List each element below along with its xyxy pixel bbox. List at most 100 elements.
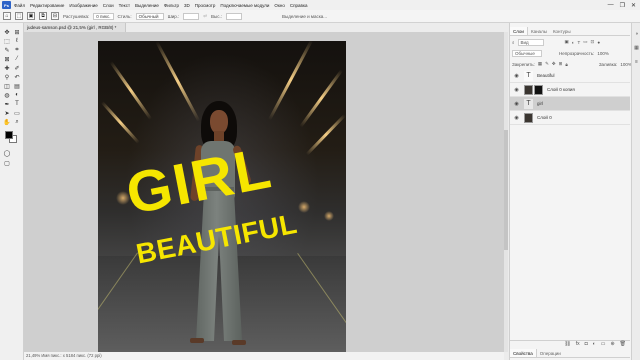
- link-layers-icon[interactable]: ⛓: [564, 341, 570, 348]
- panel-tabs: Слои Каналы Контуры: [510, 27, 630, 36]
- adjustment-layer-icon[interactable]: ◐: [593, 341, 596, 348]
- layer-row[interactable]: ◉ Слой 0 копия: [510, 83, 630, 97]
- foreground-color-swatch[interactable]: [5, 131, 13, 139]
- vertical-scroll-thumb[interactable]: [504, 130, 508, 250]
- layer-row[interactable]: ◉ Слой 0: [510, 111, 630, 125]
- menu-3d[interactable]: 3D: [184, 3, 190, 8]
- filter-pixel-icon[interactable]: ▣: [565, 39, 569, 45]
- close-button[interactable]: ✕: [631, 2, 636, 9]
- document-image[interactable]: GIRL BEAUTIFUL: [98, 41, 346, 353]
- filter-type-icon[interactable]: T: [578, 40, 581, 45]
- stamp-tool-icon[interactable]: ⚲: [2, 73, 12, 81]
- lock-move-icon[interactable]: ✥: [552, 61, 556, 67]
- visibility-eye-icon[interactable]: ◉: [513, 87, 520, 93]
- menu-select[interactable]: Выделение: [135, 3, 159, 8]
- layer-row[interactable]: ◉ T girl: [510, 97, 630, 111]
- visibility-eye-icon[interactable]: ◉: [513, 115, 520, 121]
- quick-select-tool-icon[interactable]: ✎: [2, 46, 12, 54]
- crop-tool-icon[interactable]: ⌗: [12, 46, 22, 54]
- fill-label: Заливка:: [598, 61, 618, 67]
- menu-view[interactable]: Просмотр: [195, 3, 216, 8]
- filter-shape-icon[interactable]: ▭: [583, 39, 587, 45]
- rectangle-tool-icon[interactable]: ▭: [12, 109, 22, 117]
- new-selection-icon[interactable]: ▣: [27, 12, 35, 20]
- feather-input[interactable]: 0 пикс.: [93, 12, 114, 20]
- swatches-panel-icon[interactable]: ▦: [632, 45, 640, 51]
- width-input[interactable]: [183, 12, 200, 20]
- menu-bar: Ps Файл Редактирование Изображение Слои …: [0, 0, 640, 10]
- filter-toggle-icon[interactable]: ●: [597, 40, 600, 45]
- menu-edit[interactable]: Редактирование: [30, 3, 64, 8]
- maximize-button[interactable]: ❐: [620, 2, 625, 9]
- delete-layer-icon[interactable]: 🗑︎: [620, 341, 626, 348]
- menu-plugins[interactable]: Подключаемые модули: [220, 3, 269, 8]
- layer-mask-thumbnail[interactable]: [534, 84, 543, 95]
- blend-mode-select[interactable]: Обычные: [512, 49, 542, 57]
- hand-tool-icon[interactable]: ✋: [2, 118, 12, 126]
- tab-channels[interactable]: Каналы: [528, 27, 550, 35]
- visibility-eye-icon[interactable]: ◉: [513, 73, 520, 79]
- lock-pixels-icon[interactable]: ▦: [538, 61, 542, 67]
- tab-layers[interactable]: Слои: [510, 27, 528, 35]
- tab-actions[interactable]: Операции: [537, 349, 564, 357]
- feather-label: Растушевка:: [63, 13, 90, 19]
- menu-help[interactable]: Справка: [290, 3, 308, 8]
- pen-tool-icon[interactable]: ✒: [2, 100, 12, 108]
- tab-properties[interactable]: Свойства: [510, 349, 537, 357]
- select-and-mask-button[interactable]: Выделение и маска...: [282, 14, 327, 19]
- light-glow: [324, 211, 334, 221]
- opacity-value[interactable]: 100%: [597, 51, 609, 56]
- group-icon[interactable]: ▭: [601, 341, 606, 348]
- height-input[interactable]: [226, 12, 243, 20]
- layer-row[interactable]: ◉ T Beautiful: [510, 69, 630, 83]
- blur-tool-icon[interactable]: ◍: [2, 91, 12, 99]
- menu-layers[interactable]: Слои: [103, 3, 114, 8]
- healing-tool-icon[interactable]: ✚: [2, 64, 12, 72]
- add-mask-icon[interactable]: ◘: [585, 341, 588, 348]
- visibility-eye-icon[interactable]: ◉: [513, 101, 520, 107]
- layers-panel: Слои Каналы Контуры ⌕ Вид ▣ ◐ T ▭ ⊡ ● Об…: [509, 23, 640, 360]
- menu-image[interactable]: Изображение: [69, 3, 97, 8]
- lasso-tool-icon[interactable]: ℓ: [12, 37, 22, 45]
- menu-type[interactable]: Текст: [119, 3, 130, 8]
- lock-all-icon[interactable]: 🔒︎: [565, 62, 567, 67]
- home-icon[interactable]: ⌂: [3, 12, 11, 20]
- type-tool-icon[interactable]: T: [12, 100, 22, 108]
- add-selection-icon[interactable]: ⧉: [39, 12, 47, 20]
- move-tool-icon[interactable]: ✥: [2, 28, 12, 36]
- eyedropper-tool-icon[interactable]: ⁄: [12, 55, 22, 63]
- shoe: [232, 340, 246, 345]
- filter-smart-icon[interactable]: ⊡: [591, 39, 595, 45]
- marquee-tool-icon[interactable]: ⬚: [15, 12, 23, 20]
- brush-tool-icon[interactable]: ✐: [12, 64, 22, 72]
- screen-mode-icon[interactable]: ▢: [2, 159, 12, 167]
- eraser-tool-icon[interactable]: ◫: [2, 82, 12, 90]
- subtract-selection-icon[interactable]: ⊟: [51, 12, 59, 20]
- lock-artboard-icon[interactable]: ⊞: [559, 61, 563, 67]
- kind-filter-select[interactable]: Вид: [517, 38, 544, 46]
- minimize-button[interactable]: —: [608, 2, 614, 9]
- gradient-tool-icon[interactable]: ▤: [12, 82, 22, 90]
- frame-tool-icon[interactable]: ⊠: [2, 55, 12, 63]
- text-layer-thumbnail-icon: T: [524, 70, 533, 81]
- document-tab[interactable]: judeus-samson.psd @ 21,5% (girl , RGB/8)…: [24, 23, 126, 32]
- quick-mask-icon[interactable]: ◯: [2, 149, 12, 157]
- history-brush-tool-icon[interactable]: ↶: [12, 73, 22, 81]
- zoom-tool-icon[interactable]: ⌕: [12, 118, 22, 126]
- menu-file[interactable]: Файл: [14, 3, 25, 8]
- color-panel-icon[interactable]: ◑: [632, 31, 640, 37]
- style-select[interactable]: Обычный: [135, 12, 164, 20]
- swap-icon[interactable]: ⇄: [203, 13, 207, 19]
- path-select-tool-icon[interactable]: ➤: [2, 109, 12, 117]
- tab-paths[interactable]: Контуры: [550, 27, 574, 35]
- menu-window[interactable]: Окно: [274, 3, 284, 8]
- new-layer-icon[interactable]: ⊕: [610, 341, 614, 348]
- marquee-tool-icon[interactable]: ⬚: [2, 37, 12, 45]
- dodge-tool-icon[interactable]: ◐: [12, 91, 22, 99]
- filter-adjust-icon[interactable]: ◐: [572, 40, 575, 45]
- artboard-tool-icon[interactable]: ⊞: [12, 28, 22, 36]
- lock-paint-icon[interactable]: ✎: [545, 61, 549, 67]
- menu-filter[interactable]: Фильтр: [164, 3, 179, 8]
- layer-style-icon[interactable]: fx: [576, 341, 580, 348]
- properties-panel-icon[interactable]: ≡: [632, 59, 640, 65]
